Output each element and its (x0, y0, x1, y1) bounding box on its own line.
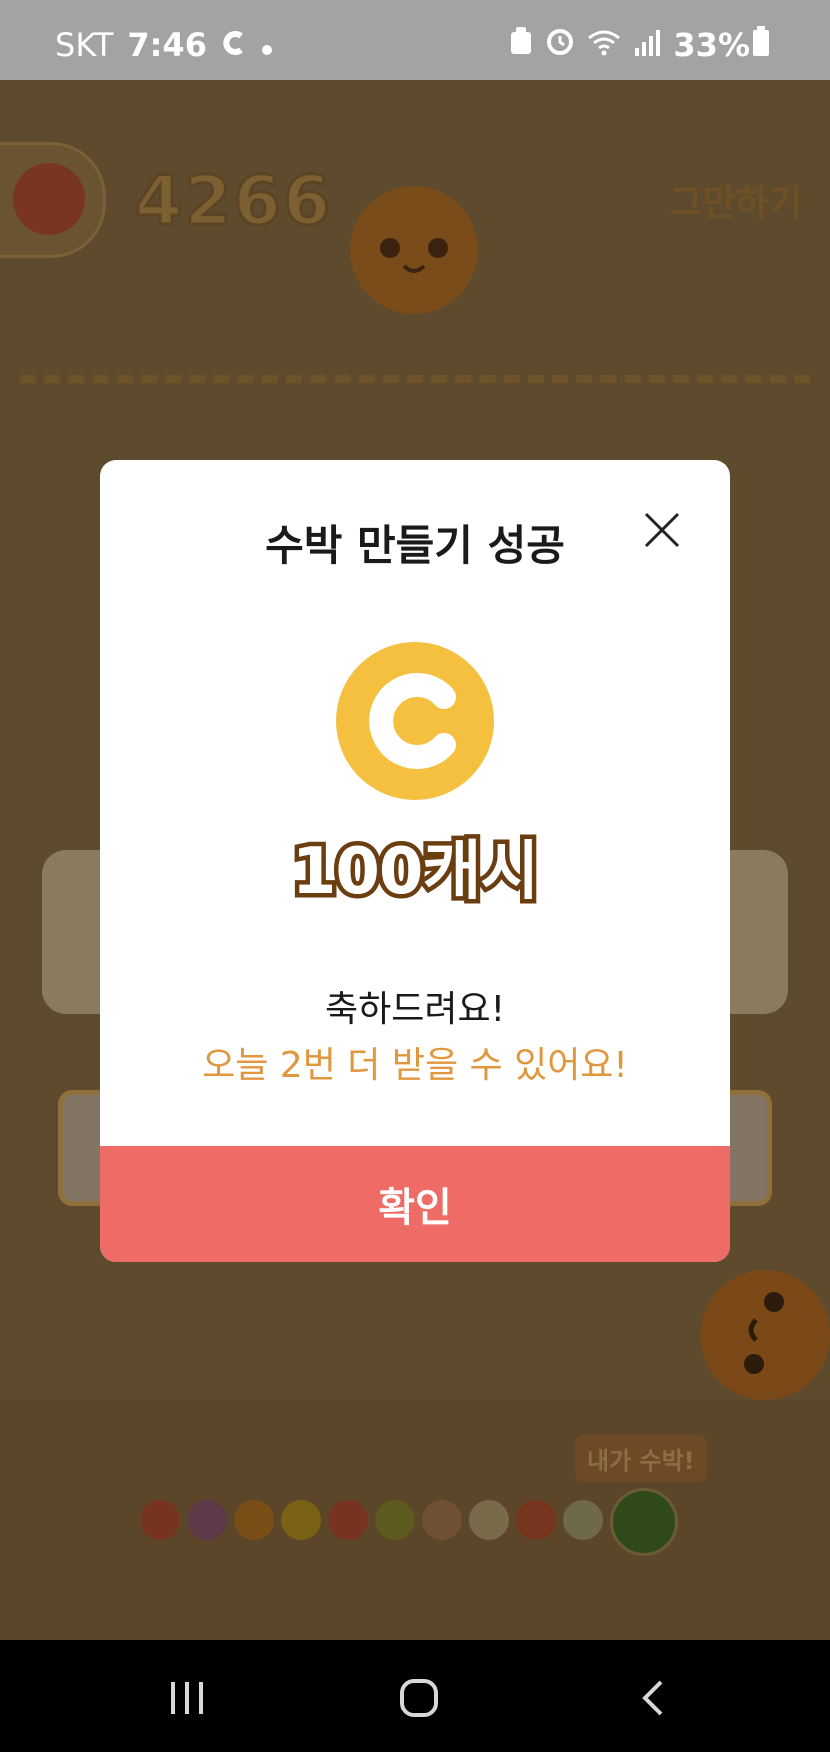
watermelon-tooltip: 내가 수박! (575, 1435, 707, 1482)
dropping-fruit-icon (350, 186, 478, 314)
cherry-icon (140, 1500, 180, 1540)
limit-line (20, 375, 810, 383)
reward-amount: 100캐시 (287, 831, 543, 914)
back-button[interactable] (622, 1676, 682, 1720)
close-button[interactable] (642, 510, 682, 550)
fruit-evolution-list (140, 1488, 678, 1556)
back-icon (642, 1680, 663, 1716)
carrier-label: SKT (55, 26, 114, 64)
congrats-message: 축하드려요! (324, 989, 506, 1030)
status-bar: SKT 7:46 33% (0, 0, 830, 80)
next-fruit-pill (0, 142, 106, 258)
home-icon (400, 1679, 438, 1717)
stacked-fruit-icon (700, 1270, 830, 1400)
signal-icon (633, 26, 661, 64)
recent-apps-icon (171, 1682, 203, 1714)
grape-icon (187, 1500, 227, 1540)
tomato-icon (328, 1500, 368, 1540)
home-button[interactable] (389, 1676, 449, 1720)
app-notification-icon (221, 26, 247, 64)
clock: 7:46 (127, 26, 207, 64)
recycle-icon (509, 26, 533, 64)
battery-icon (752, 26, 770, 64)
remaining-count-message: 오늘 2번 더 받을 수 있어요! (202, 1045, 628, 1086)
wifi-icon (587, 26, 621, 64)
next-fruit-icon (13, 163, 85, 235)
dot-icon (261, 26, 273, 64)
dialog-title: 수박 만들기 성공 (265, 521, 565, 570)
apple-icon (516, 1500, 556, 1540)
watermelon-icon (610, 1488, 678, 1556)
score: 4266 (133, 161, 333, 243)
alarm-icon (545, 26, 575, 64)
melon-icon (563, 1500, 603, 1540)
close-icon (644, 512, 680, 548)
orange-icon (234, 1500, 274, 1540)
lemon-icon (281, 1500, 321, 1540)
pear-icon (469, 1500, 509, 1540)
success-dialog: 수박 만들기 성공 100캐시 축하드려요! 오늘 2번 더 받을 수 있어요!… (100, 460, 730, 1262)
recent-apps-button[interactable] (157, 1676, 217, 1720)
peach-icon (422, 1500, 462, 1540)
navigation-bar (0, 1640, 830, 1752)
cash-coin-icon (336, 642, 494, 800)
quit-button[interactable]: 그만하기 (670, 174, 802, 226)
battery-percent: 33% (673, 26, 750, 64)
kiwi-icon (375, 1500, 415, 1540)
confirm-button[interactable]: 확인 (100, 1146, 730, 1262)
